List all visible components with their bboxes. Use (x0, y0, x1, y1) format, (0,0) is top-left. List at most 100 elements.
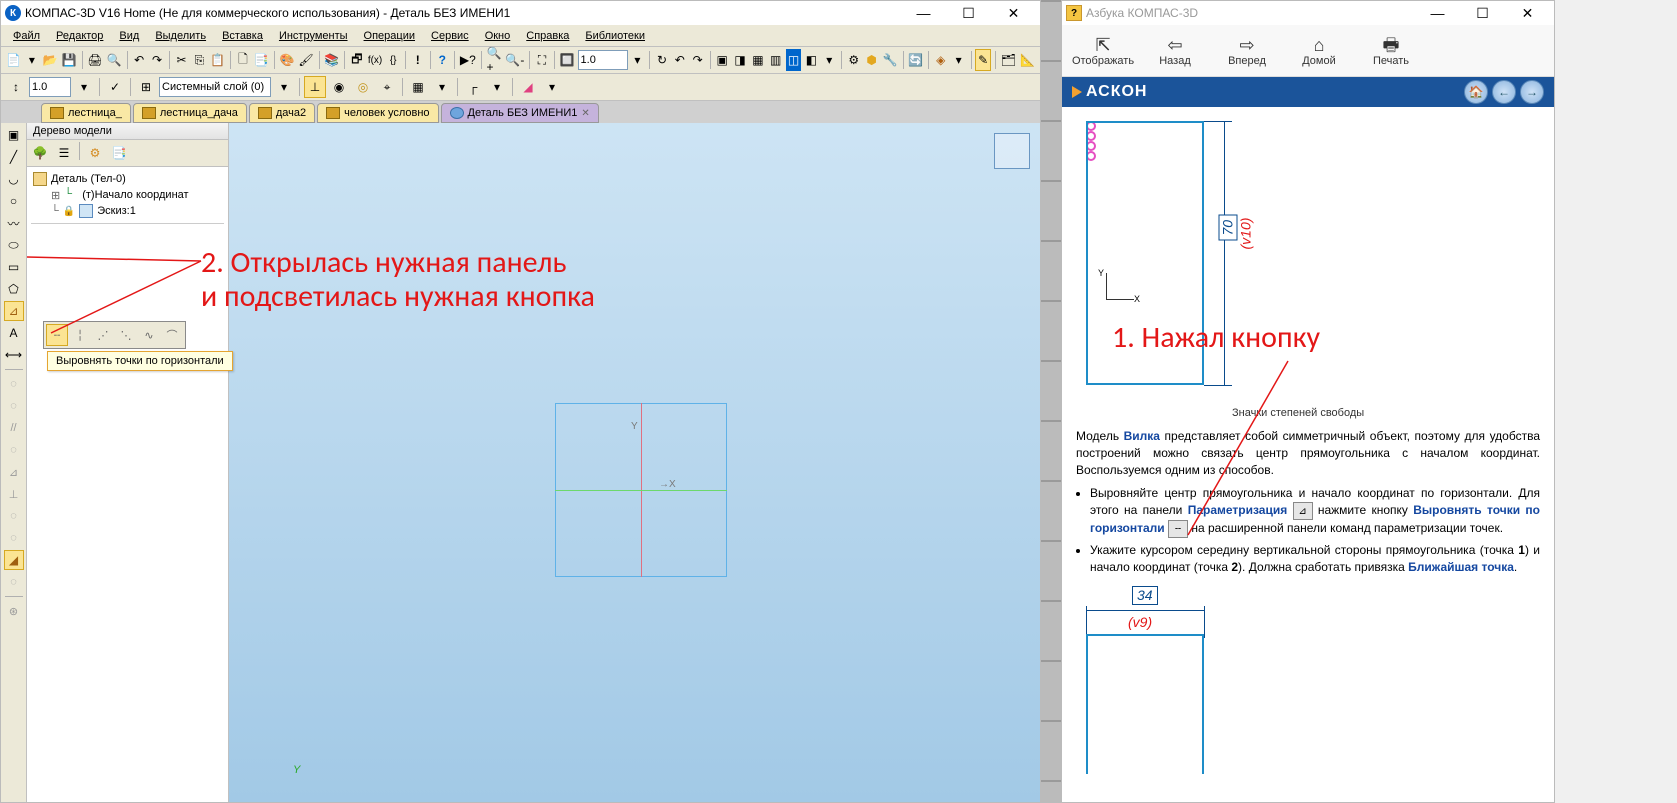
fx-button[interactable]: f(x) (367, 49, 383, 71)
arc-tool[interactable]: ◡ (4, 169, 24, 189)
minimize-button[interactable]: — (901, 1, 946, 25)
spline-tool[interactable]: 〰 (4, 213, 24, 233)
hdr-next-button[interactable]: → (1520, 80, 1544, 104)
redo-button[interactable]: ↷ (149, 49, 165, 71)
tree-settings-button[interactable]: ⚙ (84, 142, 106, 164)
scale2-dropdown-button[interactable]: ▾ (73, 76, 95, 98)
cut-button[interactable]: ✂ (174, 49, 190, 71)
brackets-button[interactable]: {} (385, 49, 401, 71)
menu-window[interactable]: Окно (477, 28, 519, 44)
scale-dropdown-button[interactable]: ▾ (630, 49, 646, 71)
hdr-home-button[interactable]: 🏠 (1464, 80, 1488, 104)
menu-view[interactable]: Вид (111, 28, 147, 44)
vtool-misc-3[interactable]: // (4, 418, 24, 438)
fit-all-button[interactable]: ⛶ (534, 49, 550, 71)
dim-tool[interactable]: ⟷ (4, 345, 24, 365)
nav-home-button[interactable]: ⌂Домой (1288, 35, 1350, 67)
layer-combo[interactable] (159, 77, 271, 97)
canvas-3d-view[interactable]: →X Y Y (229, 123, 1040, 802)
tree-origin[interactable]: ⊞ └ (т)Начало координат (31, 187, 224, 203)
menu-operations[interactable]: Операции (356, 28, 423, 44)
tab-person[interactable]: человек условно (317, 103, 438, 123)
vtool-misc-2[interactable]: ◌ (4, 396, 24, 416)
refresh-button[interactable]: ↻ (654, 49, 670, 71)
tab-ladder-1[interactable]: лестница_ (41, 103, 131, 123)
outline-dropdown-button[interactable]: ▾ (486, 76, 508, 98)
snap-button[interactable]: ◉ (328, 76, 350, 98)
vtool-misc-9[interactable]: ◌ (4, 572, 24, 592)
open-button[interactable]: 📂 (42, 49, 59, 71)
tab-detail-noname[interactable]: Деталь БЕЗ ИМЕНИ1✕ (441, 103, 599, 123)
render-dropdown-button[interactable]: ▾ (821, 49, 837, 71)
save-button[interactable]: 💾 (61, 49, 78, 71)
vtool-misc-1[interactable]: ◌ (4, 374, 24, 394)
ellipse-tool[interactable]: ⬭ (4, 235, 24, 255)
line-tool[interactable]: ╱ (4, 147, 24, 167)
geometry-tool[interactable]: ▣ (4, 125, 24, 145)
hdr-prev-button[interactable]: ← (1492, 80, 1516, 104)
zoom-window-button[interactable]: 🔲 (559, 49, 576, 71)
current-view-button[interactable]: ✓ (104, 76, 126, 98)
hidden-button[interactable]: ▦ (750, 49, 766, 71)
tree-root[interactable]: Деталь (Тел-0) (31, 171, 224, 187)
surface-button[interactable]: 🗂 (1000, 49, 1017, 71)
tab-dacha2[interactable]: дача2 (249, 103, 315, 123)
shaded2-button[interactable]: ▥ (768, 49, 784, 71)
para-link-vilka[interactable]: Вилка (1124, 429, 1160, 443)
b2-link-nearest[interactable]: Ближайшая точка (1408, 560, 1514, 574)
highlighted-vtool[interactable]: ◢ (4, 550, 24, 570)
coord-sys-button[interactable]: ⊞ (135, 76, 157, 98)
param-tool[interactable]: ⊿ (4, 301, 24, 321)
close-button[interactable]: ✕ (991, 1, 1036, 25)
menu-tools[interactable]: Инструменты (271, 28, 356, 44)
scale-combo-2[interactable] (29, 77, 71, 97)
help-close-button[interactable]: ✕ (1505, 1, 1550, 25)
tree-sketch[interactable]: └ 🔒 Эскиз:1 (31, 203, 224, 219)
circle-tool[interactable]: ○ (4, 191, 24, 211)
new-file-button[interactable]: 📄 (5, 49, 22, 71)
maximize-button[interactable]: ☐ (946, 1, 991, 25)
copy-props2-button[interactable]: 🖌 (297, 49, 314, 71)
help-maximize-button[interactable]: ☐ (1460, 1, 1505, 25)
wireframe-button[interactable]: ▣ (714, 49, 730, 71)
simplify-button[interactable]: ⚙ (846, 49, 862, 71)
style-button[interactable]: ↕ (5, 76, 27, 98)
library-button[interactable]: 📚 (323, 49, 340, 71)
sketch-button[interactable]: ✎ (975, 49, 991, 71)
nav-forward-button[interactable]: ⇨Вперед (1216, 35, 1278, 67)
copy-button[interactable]: ⎘ (191, 49, 207, 71)
grid-button[interactable]: ▦ (407, 76, 429, 98)
lod-button[interactable]: 🔧 (882, 49, 899, 71)
paste-button[interactable]: 📋 (209, 49, 226, 71)
undo-button[interactable]: ↶ (131, 49, 147, 71)
arrow-cursor-button[interactable]: ▶? (459, 49, 477, 71)
help-minimize-button[interactable]: — (1415, 1, 1460, 25)
menu-help[interactable]: Справка (518, 28, 577, 44)
menu-editor[interactable]: Редактор (48, 28, 111, 44)
measure-button[interactable]: 📐 (1019, 49, 1036, 71)
polygon-tool[interactable]: ⬠ (4, 279, 24, 299)
material-dropdown-button[interactable]: ▾ (951, 49, 967, 71)
tree-docs-button[interactable]: 📑 (108, 142, 130, 164)
material-button[interactable]: ◈ (933, 49, 949, 71)
text-tool[interactable]: А (4, 323, 24, 343)
ortho-button[interactable]: ⊥ (304, 76, 326, 98)
layer-dropdown-button[interactable]: ▾ (273, 76, 295, 98)
vtool-misc-7[interactable]: ◌ (4, 506, 24, 526)
undo-view-button[interactable]: ↶ (672, 49, 688, 71)
render-button[interactable]: ◧ (803, 49, 819, 71)
orientation-cube[interactable] (994, 133, 1030, 169)
tab-close-icon[interactable]: ✕ (581, 108, 589, 119)
properties-button[interactable]: 🗋 (235, 49, 251, 71)
shaded-button[interactable]: ◨ (732, 49, 748, 71)
tab-ladder-dacha[interactable]: лестница_дача (133, 103, 247, 123)
nav-show-button[interactable]: ⇱Отображать (1072, 35, 1134, 67)
stop-button[interactable]: ! (410, 49, 426, 71)
vars-button[interactable]: 🗗 (349, 49, 365, 71)
help-button[interactable]: ? (434, 49, 450, 71)
print-preview-button[interactable]: 🔍 (106, 49, 123, 71)
tree-show-button[interactable]: 🌳 (29, 142, 51, 164)
outline-button[interactable]: ┌ (462, 76, 484, 98)
zoom-out-button[interactable]: 🔍- (504, 49, 525, 71)
menu-file[interactable]: Файл (5, 28, 48, 44)
